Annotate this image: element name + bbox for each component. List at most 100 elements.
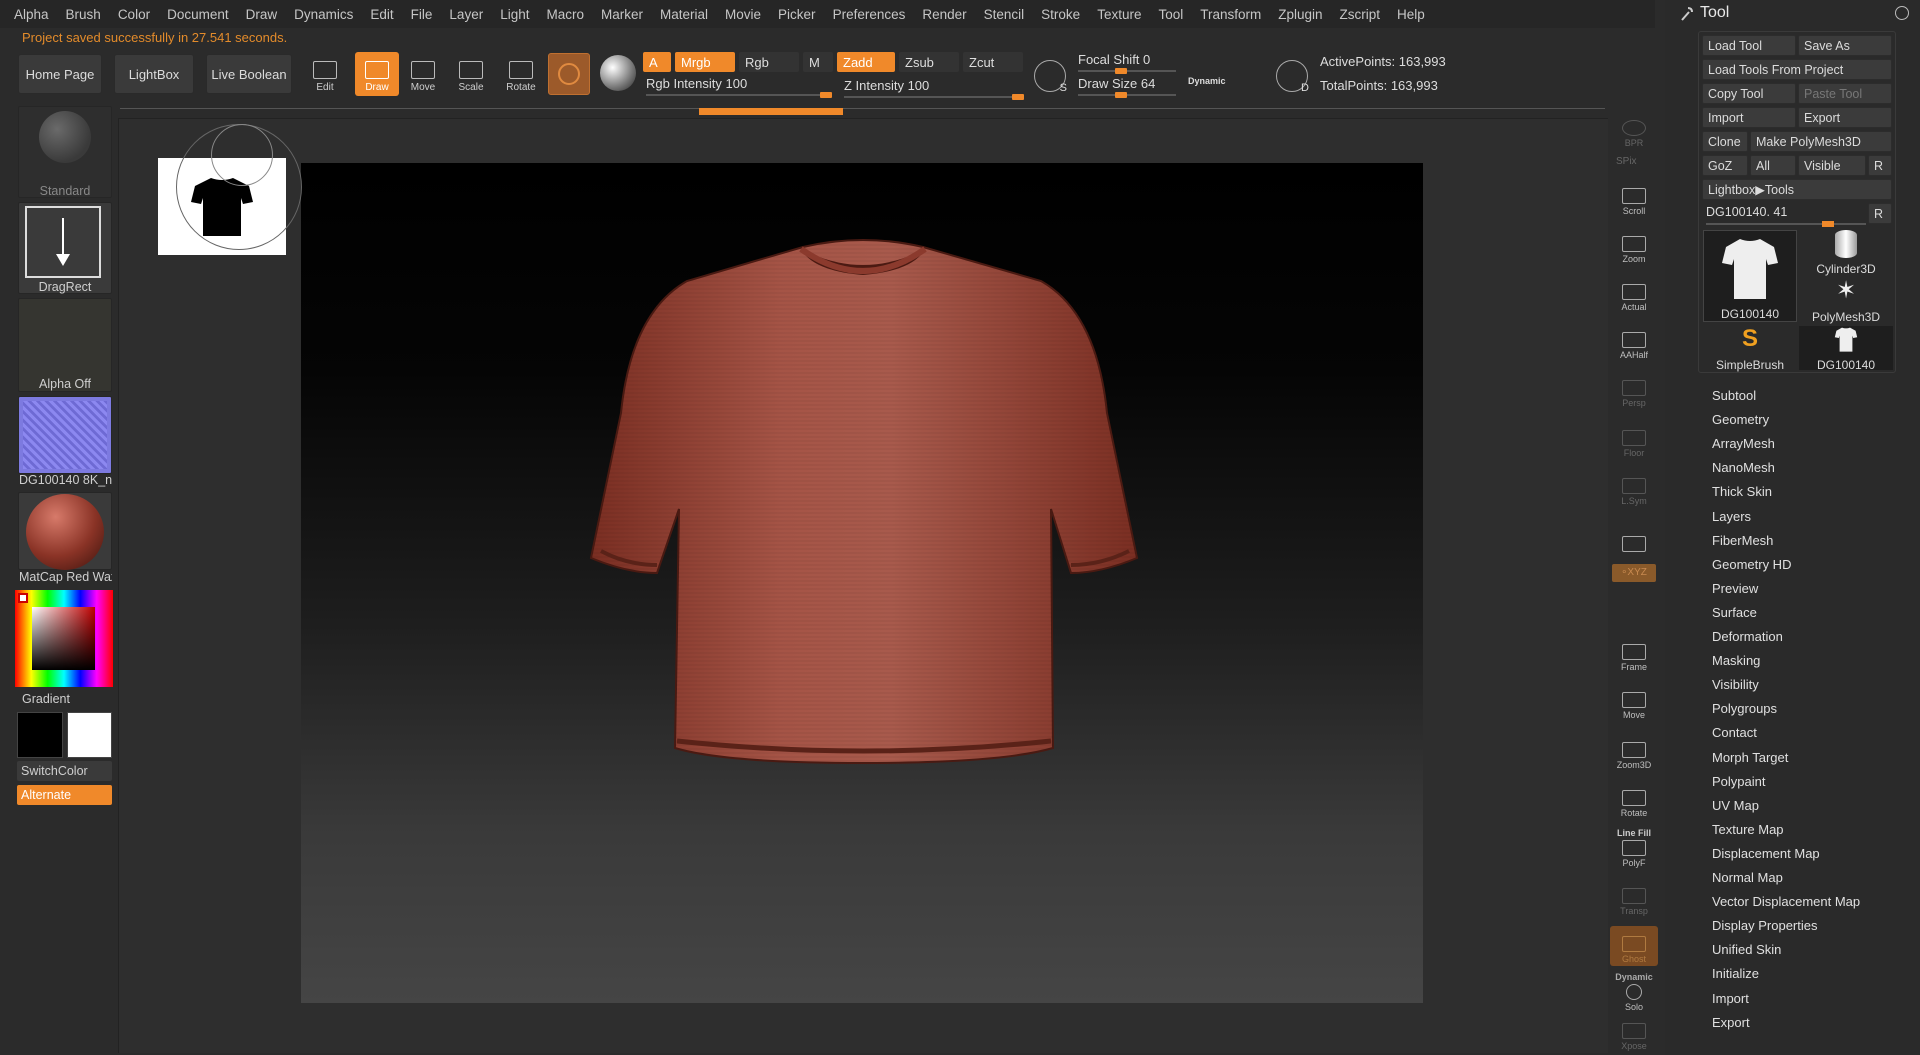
- transp-button[interactable]: Transp: [1610, 878, 1658, 918]
- menu-light[interactable]: Light: [500, 7, 529, 22]
- subpalette-geometry[interactable]: Geometry: [1712, 412, 1769, 427]
- solo-button[interactable]: Solo: [1610, 974, 1658, 1014]
- xyz-toggle[interactable]: ∘XYZ: [1612, 564, 1656, 582]
- subpalette-displacement-map[interactable]: Displacement Map: [1712, 846, 1820, 861]
- spix-label[interactable]: SPix: [1616, 156, 1637, 167]
- subpalette-import[interactable]: Import: [1712, 991, 1749, 1006]
- tool-thumb-dg100140[interactable]: DG100140: [1703, 230, 1797, 322]
- move-3d-button[interactable]: Move: [1610, 682, 1658, 722]
- menu-file[interactable]: File: [411, 7, 433, 22]
- polyf-button[interactable]: PolyF: [1610, 830, 1658, 870]
- tool-palette-title[interactable]: Tool: [1700, 4, 1729, 22]
- draw-size-knob[interactable]: [1115, 92, 1127, 98]
- rgb-intensity-knob[interactable]: [820, 92, 832, 98]
- lazy-mouse-s-icon[interactable]: S: [1034, 60, 1067, 94]
- subpalette-uv-map[interactable]: UV Map: [1712, 798, 1759, 813]
- current-tool-knob[interactable]: [1822, 221, 1834, 227]
- subpalette-geometry-hd[interactable]: Geometry HD: [1712, 557, 1791, 572]
- menu-stroke[interactable]: Stroke: [1041, 7, 1080, 22]
- menu-movie[interactable]: Movie: [725, 7, 761, 22]
- ghost-button[interactable]: Ghost: [1610, 926, 1658, 966]
- rgb-intensity-slider[interactable]: Rgb Intensity 100: [646, 76, 832, 98]
- texture-slot[interactable]: [18, 396, 112, 474]
- lock-button[interactable]: [1610, 516, 1658, 556]
- tool-export-button[interactable]: Export: [1798, 107, 1892, 128]
- aahalf-button[interactable]: AAHalf: [1610, 322, 1658, 362]
- menu-macro[interactable]: Macro: [546, 7, 584, 22]
- save-as-button[interactable]: Save As: [1798, 35, 1892, 56]
- menu-zscript[interactable]: Zscript: [1340, 7, 1381, 22]
- zoom-button[interactable]: Zoom: [1610, 226, 1658, 266]
- material-swatch-button[interactable]: [548, 53, 590, 95]
- tshirt-model[interactable]: [301, 163, 1423, 1003]
- rotate-button[interactable]: Rotate: [499, 52, 543, 96]
- subpalette-subtool[interactable]: Subtool: [1712, 388, 1756, 403]
- subpalette-morph-target[interactable]: Morph Target: [1712, 750, 1788, 765]
- secondary-color-swatch[interactable]: [67, 712, 112, 758]
- draw-size-slider[interactable]: Draw Size 64: [1078, 76, 1176, 98]
- goz-all-button[interactable]: All: [1750, 155, 1796, 176]
- subpalette-surface[interactable]: Surface: [1712, 605, 1757, 620]
- edit-button[interactable]: Edit: [303, 52, 347, 96]
- move-button[interactable]: Move: [401, 52, 445, 96]
- copy-tool-button[interactable]: Copy Tool: [1702, 83, 1796, 104]
- menu-edit[interactable]: Edit: [370, 7, 393, 22]
- make-polymesh3d-button[interactable]: Make PolyMesh3D: [1750, 131, 1892, 152]
- menu-texture[interactable]: Texture: [1097, 7, 1141, 22]
- draw-button[interactable]: Draw: [355, 52, 399, 96]
- scroll-button[interactable]: Scroll: [1610, 178, 1658, 218]
- tool-import-button[interactable]: Import: [1702, 107, 1796, 128]
- dynamic-d-icon[interactable]: D: [1276, 60, 1309, 94]
- lightbox-button[interactable]: LightBox: [114, 54, 194, 94]
- menu-material[interactable]: Material: [660, 7, 708, 22]
- material-sphere-icon[interactable]: [600, 55, 636, 91]
- menu-stencil[interactable]: Stencil: [984, 7, 1025, 22]
- subpalette-initialize[interactable]: Initialize: [1712, 966, 1759, 981]
- menu-brush[interactable]: Brush: [66, 7, 101, 22]
- subpalette-visibility[interactable]: Visibility: [1712, 677, 1759, 692]
- subpalette-unified-skin[interactable]: Unified Skin: [1712, 942, 1781, 957]
- color-picker[interactable]: [15, 590, 113, 687]
- subpalette-texture-map[interactable]: Texture Map: [1712, 822, 1784, 837]
- focal-shift-slider[interactable]: Focal Shift 0: [1078, 52, 1176, 74]
- menu-help[interactable]: Help: [1397, 7, 1425, 22]
- subpalette-layers[interactable]: Layers: [1712, 509, 1751, 524]
- goz-r-button[interactable]: R: [1868, 155, 1892, 176]
- subpalette-export[interactable]: Export: [1712, 1015, 1750, 1030]
- xpose-button[interactable]: Xpose: [1610, 1015, 1658, 1053]
- menu-transform[interactable]: Transform: [1200, 7, 1261, 22]
- menu-marker[interactable]: Marker: [601, 7, 643, 22]
- material-slot[interactable]: [18, 492, 112, 570]
- tool-thumb-cylinder3d[interactable]: Cylinder3D: [1799, 230, 1893, 276]
- document-viewport[interactable]: [301, 163, 1423, 1003]
- subpalette-normal-map[interactable]: Normal Map: [1712, 870, 1783, 885]
- menu-alpha[interactable]: Alpha: [14, 7, 49, 22]
- tool-thumb-polymesh3d[interactable]: ✶ PolyMesh3D: [1799, 278, 1893, 325]
- menu-color[interactable]: Color: [118, 7, 150, 22]
- menu-document[interactable]: Document: [167, 7, 229, 22]
- menu-picker[interactable]: Picker: [778, 7, 816, 22]
- goz-button[interactable]: GoZ: [1702, 155, 1748, 176]
- tool-thumb-dg100140-small[interactable]: DG100140: [1799, 326, 1893, 372]
- goz-visible-button[interactable]: Visible: [1798, 155, 1866, 176]
- scale-button[interactable]: Scale: [449, 52, 493, 96]
- lsym-button[interactable]: L.Sym: [1610, 468, 1658, 508]
- z-intensity-slider[interactable]: Z Intensity 100: [844, 78, 1024, 100]
- load-tool-button[interactable]: Load Tool: [1702, 35, 1796, 56]
- subpalette-display-properties[interactable]: Display Properties: [1712, 918, 1818, 933]
- clone-button[interactable]: Clone: [1702, 131, 1748, 152]
- subpalette-masking[interactable]: Masking: [1712, 653, 1760, 668]
- menu-zplugin[interactable]: Zplugin: [1278, 7, 1322, 22]
- bpr-button[interactable]: BPR: [1610, 110, 1658, 150]
- subpalette-deformation[interactable]: Deformation: [1712, 629, 1783, 644]
- mrgb-toggle[interactable]: Mrgb: [675, 52, 735, 72]
- paste-tool-button[interactable]: Paste Tool: [1798, 83, 1892, 104]
- frame-button[interactable]: Frame: [1610, 634, 1658, 674]
- dynamic-toggle[interactable]: Dynamic: [1188, 76, 1226, 86]
- subpalette-polypaint[interactable]: Polypaint: [1712, 774, 1765, 789]
- subpalette-arraymesh[interactable]: ArrayMesh: [1712, 436, 1775, 451]
- home-page-button[interactable]: Home Page: [18, 54, 102, 94]
- current-tool-slider[interactable]: DG100140. 41: [1706, 205, 1866, 227]
- subpalette-contact[interactable]: Contact: [1712, 725, 1757, 740]
- primary-color-swatch[interactable]: [17, 712, 63, 758]
